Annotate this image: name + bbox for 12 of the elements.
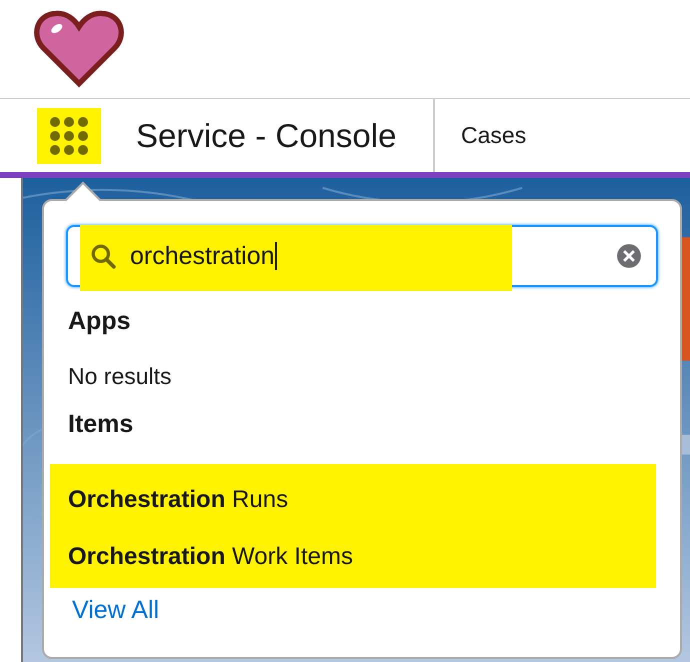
search-icon <box>90 243 116 269</box>
section-heading: Items <box>68 410 134 440</box>
result-item[interactable]: Orchestration Runs <box>50 464 656 527</box>
nav-tab[interactable]: Cases <box>435 122 552 149</box>
section-heading: Apps <box>68 307 132 337</box>
heart-icon <box>34 9 124 89</box>
app-title: Service - Console <box>136 116 398 154</box>
clear-icon[interactable] <box>616 243 642 269</box>
view-all-link[interactable]: View All <box>72 596 160 625</box>
result-item[interactable]: Orchestration Work Items <box>50 527 656 588</box>
app-launcher-icon[interactable] <box>37 108 101 164</box>
empty-message: No results <box>68 363 173 390</box>
